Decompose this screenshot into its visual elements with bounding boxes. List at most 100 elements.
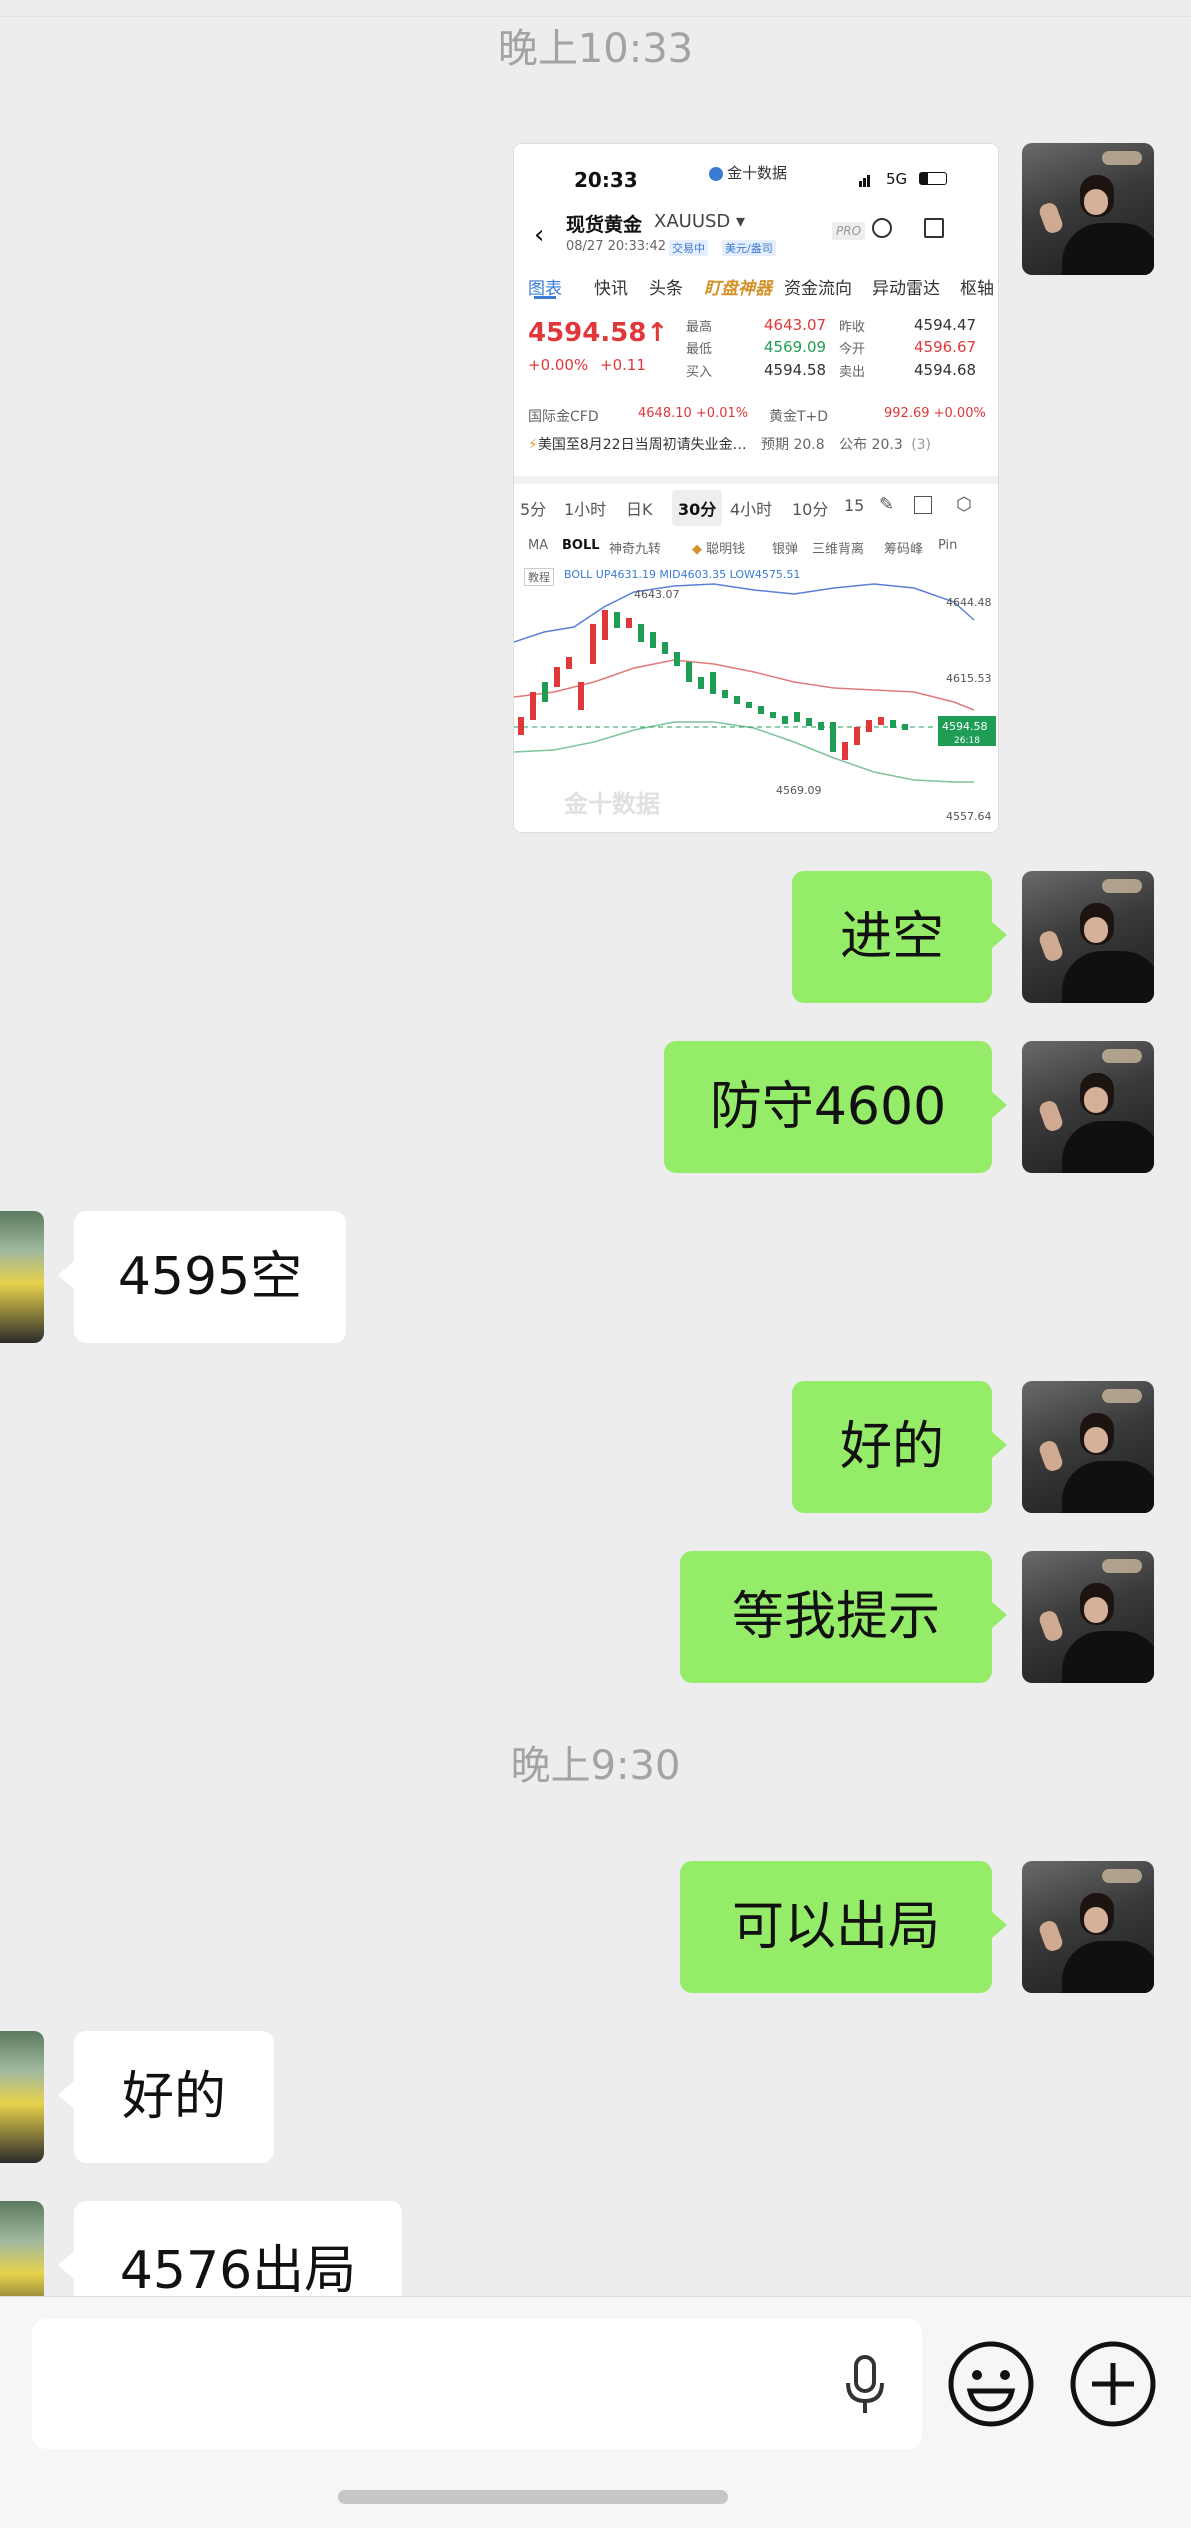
cfd-label: 国际金CFD [528,409,599,425]
message-text: 好的 [839,1417,944,1477]
bubble-tail [991,1911,1007,1939]
chart-low-label: 4569.09 [776,784,822,797]
period-day[interactable]: 日K [626,496,653,520]
avatar[interactable] [1022,871,1154,1003]
avatar[interactable] [1022,143,1154,275]
buy-label: 买入 [686,365,713,380]
tab-pivot[interactable]: 枢轴 [960,274,994,299]
period-10m[interactable]: 10分 [792,496,828,520]
bubble-tail [58,1261,74,1289]
bubble-tail [58,2081,74,2109]
settings-hex-icon[interactable]: ⬡ [956,494,972,515]
message-bubble-outgoing[interactable]: 进空 [792,871,992,1003]
news-ticker[interactable]: ⚡美国至8月22日当周初请失业金… 预期 20.8 公布 20.3 (3) [528,434,931,454]
search-icon[interactable] [872,218,892,238]
home-indicator[interactable] [338,2490,728,2504]
unit-badge: 美元/盎司 [722,240,776,256]
message-bubble-incoming[interactable]: 好的 [74,2031,274,2163]
message-text: 防守4600 [709,1077,947,1137]
indicator-divergence[interactable]: 三维背离 [812,538,864,557]
bubble-tail [58,2251,74,2279]
network-label: 5G [886,170,908,188]
indicator-chip[interactable]: 筹码峰 [884,538,923,557]
back-icon[interactable]: ‹ [534,220,544,250]
period-1h[interactable]: 1小时 [564,496,606,520]
diamond-icon: ◆ [692,542,702,557]
message-text: 4576出局 [119,2241,357,2301]
buy-value: 4594.58 [764,361,827,379]
status-time: 20:33 [574,168,638,192]
draw-tool-icon[interactable]: ✎ [879,494,894,515]
bubble-tail [991,1091,1007,1119]
quote-datetime: 08/27 20:33:42 [566,239,666,254]
bubble-tail [991,1601,1007,1629]
tab-underline [534,296,556,299]
share-icon[interactable] [924,218,944,238]
layout-grid-icon[interactable] [914,496,932,514]
sell-value: 4594.68 [914,361,977,379]
tab-flash[interactable]: 快讯 [594,274,628,299]
boll-lower-line [514,721,974,783]
message-bubble-outgoing[interactable]: 防守4600 [664,1041,992,1173]
trading-status-badge: 交易中 [669,240,708,256]
low-value: 4569.09 [764,338,827,356]
avatar[interactable] [1022,1381,1154,1513]
contact-avatar[interactable] [0,1211,44,1343]
contact-avatar[interactable] [0,2031,44,2163]
indicator-nine[interactable]: 神奇九转 [609,538,661,557]
microphone-icon[interactable] [840,2353,890,2417]
avatar[interactable] [1022,1551,1154,1683]
indicator-ma[interactable]: MA [528,538,548,553]
indicator-silver[interactable]: 银弹 [772,538,798,557]
chart-high-label: 4643.07 [634,588,680,601]
open-label: 今开 [839,342,866,357]
open-value: 4596.67 [914,338,977,356]
plus-icon[interactable] [1068,2339,1158,2429]
instrument-title: 现货黄金 [566,214,643,236]
bubble-tail [991,921,1007,949]
section-divider [514,476,998,484]
message-text: 可以出局 [731,1897,940,1957]
indicator-boll[interactable]: BOLL [562,538,600,553]
period-15m[interactable]: 15 [844,496,864,515]
indicator-pin[interactable]: Pin [938,538,957,553]
message-bubble-outgoing[interactable]: 可以出局 [680,1861,992,1993]
timestamp: 晚上9:30 [510,1743,681,1789]
candlestick-chart[interactable]: 4643.07 4569.09 4644.48 4615.53 4557.64 … [514,572,998,832]
pro-badge[interactable]: PRO [832,222,866,240]
period-30m[interactable]: 30分 [672,490,723,526]
avatar[interactable] [1022,1041,1154,1173]
app-logo-icon [709,166,723,181]
indicator-smart-money[interactable]: ◆ 聪明钱 [692,538,745,557]
instrument-symbol[interactable]: XAUUSD ▾ [654,211,745,232]
tab-fund-flow[interactable]: 资金流向 [784,274,852,299]
axis-label-top: 4644.48 [946,596,992,609]
candles [518,610,908,760]
low-label: 最低 [686,342,713,357]
sell-label: 卖出 [839,365,866,380]
message-text: 等我提示 [731,1587,940,1647]
message-text: 好的 [121,2067,226,2127]
emoji-icon[interactable] [946,2339,1036,2429]
boll-upper-line [514,583,975,643]
current-price-tag-value: 4594.58 [942,720,988,733]
message-text: 4595空 [117,1247,303,1307]
period-5m[interactable]: 5分 [520,496,546,520]
shared-screenshot-image[interactable]: 20:33 金十数据 5G ‹ 现货黄金 XAUUSD ▾ 08/27 20:3… [513,143,999,833]
message-bubble-outgoing[interactable]: 好的 [792,1381,992,1513]
prev-close-value: 4594.47 [914,316,977,334]
message-bubble-incoming[interactable]: 4595空 [74,1211,346,1343]
high-value: 4643.07 [764,316,827,334]
message-input[interactable] [32,2319,922,2449]
news-icon: ⚡ [528,437,538,453]
high-label: 最高 [686,320,713,335]
tab-watch[interactable]: 盯盘神器 [704,274,772,299]
current-price-tag-countdown: 26:18 [954,736,980,746]
watermark: 金十数据 [563,790,660,818]
tab-headline[interactable]: 头条 [649,274,683,299]
period-4h[interactable]: 4小时 [730,496,772,520]
avatar[interactable] [1022,1861,1154,1993]
bubble-tail [991,1431,1007,1459]
tab-radar[interactable]: 异动雷达 [872,274,940,299]
message-bubble-outgoing[interactable]: 等我提示 [680,1551,992,1683]
